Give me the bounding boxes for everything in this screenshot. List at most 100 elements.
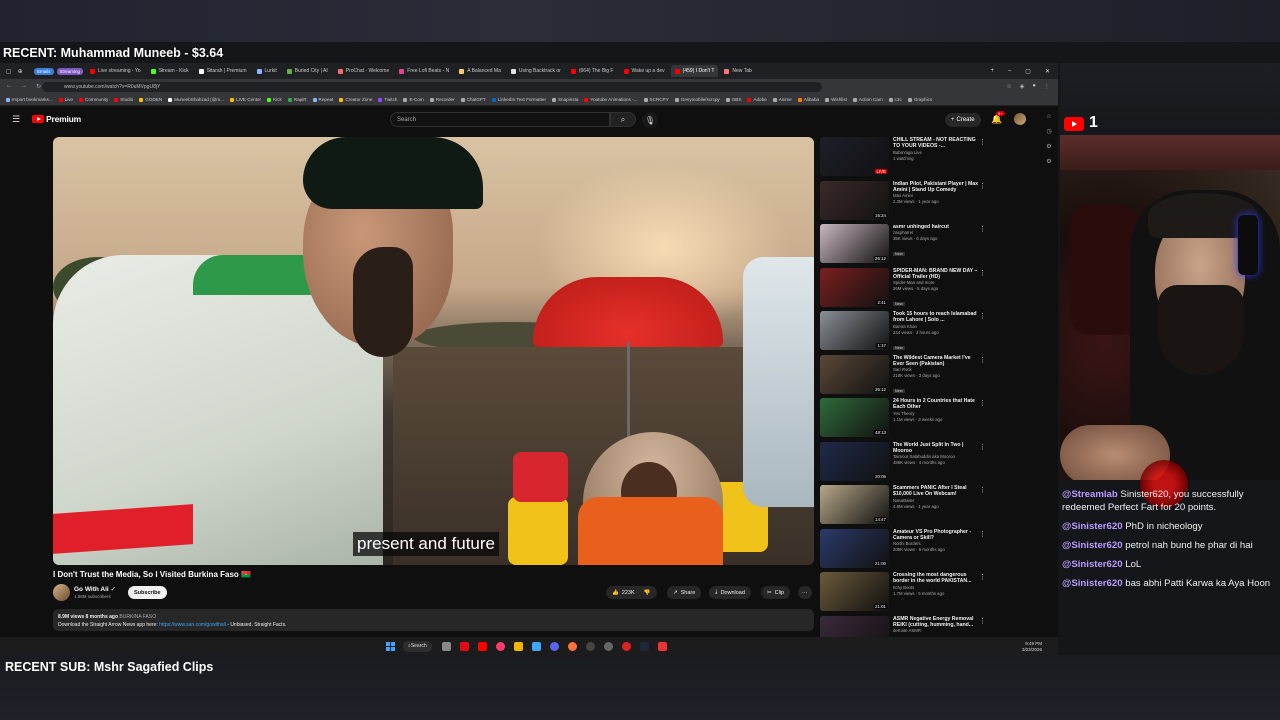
- recommendation-title[interactable]: ASMR Negative Energy Removal REIKI (cutt…: [893, 616, 983, 629]
- more-options-icon[interactable]: ⋮: [979, 138, 986, 146]
- more-options-icon[interactable]: ⋮: [979, 225, 986, 233]
- recommendation-thumbnail[interactable]: 21:00: [820, 528, 889, 568]
- maximize-icon[interactable]: ▢: [1025, 68, 1031, 75]
- recommendation-thumbnail[interactable]: 2:41: [820, 267, 889, 307]
- store-icon[interactable]: [531, 641, 541, 651]
- settings-icon[interactable]: ⚙: [1046, 143, 1051, 150]
- bookmark-item[interactable]: LinkedIn Text Formatter: [491, 97, 546, 102]
- browser-tab[interactable]: Using Backtrack or: [507, 65, 565, 77]
- video-description[interactable]: 8.9M views 8 months ago BURKINA FASO Dow…: [53, 609, 814, 631]
- description-link[interactable]: https://www.san.com/gowithali: [159, 622, 226, 628]
- file-explorer-icon[interactable]: [513, 641, 523, 651]
- channel-name[interactable]: Go With Ali ✓: [74, 585, 116, 593]
- recommendation-item[interactable]: 48:13 24 Hours in 2 Countries that Hate E…: [820, 398, 1020, 438]
- browser-tab[interactable]: ProChat - Welcome: [334, 65, 394, 77]
- reload-icon[interactable]: ↻: [36, 83, 41, 90]
- more-options-icon[interactable]: ⋮: [979, 617, 986, 625]
- bookmark-item[interactable]: Recorder: [429, 97, 455, 102]
- thumbs-down-icon[interactable]: 👎: [644, 590, 651, 596]
- bookmark-item[interactable]: SCRCPY: [643, 97, 669, 102]
- more-options-icon[interactable]: ⋮: [979, 443, 986, 451]
- bookmark-item[interactable]: Twitch: [378, 97, 397, 102]
- history-icon[interactable]: ◷: [1046, 128, 1051, 135]
- recommendation-thumbnail[interactable]: 16:24: [820, 180, 889, 220]
- recommendation-thumbnail[interactable]: 26:12: [820, 224, 889, 263]
- bookmark-item[interactable]: Creator Zone: [339, 97, 372, 102]
- steam-icon[interactable]: [639, 641, 649, 651]
- bookmark-item[interactable]: E-Com: [403, 97, 424, 102]
- extension-puzzle-icon[interactable]: ◈: [1020, 83, 1025, 90]
- obs-icon[interactable]: [585, 641, 595, 651]
- like-button[interactable]: 👍 223K 👎: [606, 586, 657, 599]
- bookmark-item[interactable]: Community: [79, 97, 108, 102]
- browser-tab[interactable]: (459) I Don't T: [670, 65, 719, 77]
- bookmark-item[interactable]: Genymobile/scrcpy: [674, 97, 720, 102]
- recommendation-thumbnail[interactable]: 48:13: [820, 398, 889, 437]
- menu-dots-icon[interactable]: ⋮: [1044, 83, 1050, 90]
- recommendation-item[interactable]: 21:00 Amateur VS Pro Photographer - Camer…: [820, 528, 1020, 569]
- new-tab-icon[interactable]: +: [990, 68, 994, 75]
- bookmark-item[interactable]: Youtube Animations -...: [584, 97, 638, 102]
- search-button[interactable]: ⌕: [610, 112, 636, 127]
- video-player[interactable]: present and future: [53, 137, 814, 565]
- bookmark-item[interactable]: ChatGPT: [460, 97, 486, 102]
- recommendation-title[interactable]: Amateur VS Pro Photographer - Camera or …: [893, 529, 983, 542]
- recommendation-thumbnail[interactable]: LIVE: [820, 137, 889, 176]
- bookmark-item[interactable]: Graphics: [907, 97, 932, 102]
- url-field[interactable]: www.youtube.com/watch?v=R0uMVpgU8jY: [42, 81, 822, 92]
- chat-username[interactable]: @Sinister620: [1062, 559, 1123, 570]
- recommendation-title[interactable]: Crossing the most dangerous border in th…: [893, 572, 983, 585]
- channel-avatar[interactable]: [53, 584, 70, 601]
- more-options-icon[interactable]: ⋮: [979, 269, 986, 277]
- recommendation-item[interactable]: LIVE CHILL STREAM - NOT REACTING TO YOUR …: [820, 137, 1020, 177]
- taskbar-clock[interactable]: 9:49 PM 3/23/2026: [1022, 641, 1042, 652]
- recommendation-channel[interactable]: deKoite ASMR: [893, 628, 983, 634]
- more-actions-button[interactable]: ⋯: [798, 586, 812, 599]
- chat-username[interactable]: @Sinister620: [1062, 521, 1123, 532]
- voice-search-button[interactable]: 🎙: [642, 112, 658, 128]
- browser-tab[interactable]: Lurkit: [253, 65, 281, 77]
- more-options-icon[interactable]: ⋮: [979, 312, 986, 320]
- bookmark-item[interactable]: Anime: [772, 97, 792, 102]
- recommendation-title[interactable]: SPIDER-MAN: BRAND NEW DAY – Official Tra…: [893, 268, 983, 281]
- more-options-icon[interactable]: ⋮: [979, 573, 986, 581]
- bookmark-item[interactable]: RapiR: [287, 97, 307, 102]
- bookmark-item[interactable]: GODEN: [139, 97, 162, 102]
- tab-group-pill[interactable]: Streaming: [56, 67, 84, 75]
- recommendation-thumbnail[interactable]: 20:05: [820, 441, 889, 481]
- recommendation-item[interactable]: 20:05 The World Just Split In Two | Mooro…: [820, 441, 1020, 482]
- browser-tab[interactable]: A Balanced Ma: [455, 65, 505, 77]
- task-view-icon[interactable]: [441, 641, 451, 651]
- bookmark-item[interactable]: Live: [58, 97, 73, 102]
- browser-tab[interactable]: Stream - Kick: [147, 65, 193, 77]
- bookmark-icon[interactable]: ☆: [1046, 113, 1051, 120]
- browser-tab[interactable]: (664) The Big F: [567, 65, 618, 77]
- more-options-icon[interactable]: ⋮: [979, 399, 986, 407]
- bookmark-item[interactable]: Import bookmarks...: [6, 97, 53, 102]
- settings-icon[interactable]: [603, 641, 613, 651]
- download-button[interactable]: ⤓ Download: [709, 586, 751, 599]
- create-button[interactable]: + Create: [945, 113, 981, 127]
- bookmark-item[interactable]: Adobe: [747, 97, 767, 102]
- recommendation-title[interactable]: 24 Hours in 2 Countries that Hate Each O…: [893, 398, 983, 411]
- recommendation-thumbnail[interactable]: 1:17: [820, 311, 889, 350]
- app-icon[interactable]: [657, 641, 667, 651]
- recommendation-item[interactable]: 26:12 asmr unhinged haircut zaspharrel 35K …: [820, 224, 1020, 264]
- browser-tab[interactable]: Live streaming - Yo: [86, 65, 145, 77]
- browser-tab[interactable]: Buried City | AI: [283, 65, 332, 77]
- subscribe-button[interactable]: Subscribe: [128, 586, 167, 599]
- bookmark-item[interactable]: c2c: [888, 97, 902, 102]
- chat-username[interactable]: @Sinister620: [1062, 540, 1123, 551]
- taskbar-search[interactable]: ⌕ Search: [403, 640, 432, 652]
- recommendation-thumbnail[interactable]: 21:01: [820, 572, 889, 611]
- recommendation-title[interactable]: The World Just Split In Two | Mooroo: [893, 442, 983, 455]
- recommendation-thumbnail[interactable]: 36:12: [820, 354, 889, 394]
- chat-username[interactable]: @Streamlab: [1062, 489, 1118, 500]
- chat-username[interactable]: @Sinister620: [1062, 578, 1123, 589]
- bookmark-item[interactable]: Studio: [114, 97, 133, 102]
- clip-button[interactable]: ✂ Clip: [761, 586, 791, 599]
- user-avatar[interactable]: [1014, 113, 1026, 125]
- profile-icon[interactable]: ●: [1032, 83, 1036, 90]
- app-icon[interactable]: [495, 641, 505, 651]
- gear-icon[interactable]: ⚙: [1046, 158, 1051, 165]
